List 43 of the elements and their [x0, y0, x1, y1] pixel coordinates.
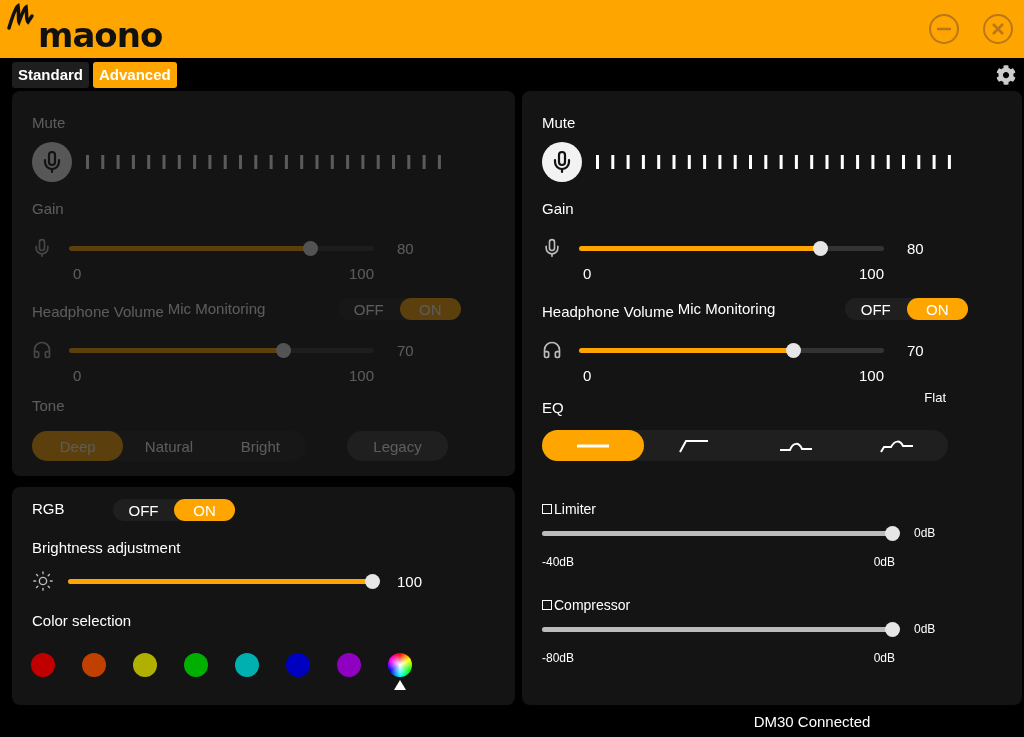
gain-label: Gain — [32, 200, 65, 218]
range-min: -40dB — [542, 554, 575, 571]
mute-label: Mute — [542, 114, 577, 132]
brightness-value: 100 — [397, 572, 423, 590]
range-min: -80dB — [542, 650, 575, 667]
range-max: 0dB — [873, 650, 895, 667]
range-max: 100 — [858, 265, 884, 283]
mute-label: Mute — [32, 114, 67, 132]
toggle-option[interactable]: ON — [906, 298, 968, 320]
tab[interactable]: Standard — [12, 61, 89, 88]
slider-value: 0dB — [914, 526, 936, 540]
range-min: 0 — [73, 265, 82, 283]
headphone-volume-value: 70 — [397, 341, 414, 359]
range-min: 0 — [583, 265, 592, 283]
rgb-label: RGB — [32, 499, 66, 517]
headphone-volume-label: Headphone Volume — [542, 302, 674, 320]
color-selection-label: Color selection — [32, 612, 133, 630]
toggle-option[interactable]: ON — [174, 499, 235, 521]
headphone-volume-label: Headphone Volume — [32, 302, 164, 320]
gain-value: 80 — [907, 239, 924, 257]
range-max: 0dB — [873, 554, 895, 571]
eq-label: EQ — [542, 398, 564, 416]
toggle-option[interactable]: OFF — [113, 499, 174, 521]
tone-label: Tone — [32, 397, 66, 415]
range-min: 0 — [583, 367, 592, 385]
range-max: 100 — [348, 367, 374, 385]
checkbox-label: Limiter — [554, 501, 596, 517]
checkbox-label: Compressor — [554, 597, 631, 613]
range-max: 100 — [348, 265, 374, 283]
slider-value: 0dB — [914, 622, 936, 636]
gain-value: 80 — [397, 239, 414, 257]
eq-preset-name: Flat — [924, 390, 946, 405]
logo-text: maono — [38, 18, 163, 52]
mic-monitoring-label: Mic Monitoring — [677, 299, 776, 317]
brightness-label: Brightness adjustment — [32, 539, 182, 557]
headphone-volume-value: 70 — [907, 341, 924, 359]
range-min: 0 — [73, 367, 82, 385]
mic-monitoring-label: Mic Monitoring — [167, 299, 266, 317]
toggle-option[interactable]: OFF — [845, 298, 907, 320]
gain-label: Gain — [542, 200, 575, 218]
tab[interactable]: Advanced — [93, 61, 177, 88]
connection-status: DM30 Connected — [753, 712, 871, 730]
range-max: 100 — [858, 367, 884, 385]
